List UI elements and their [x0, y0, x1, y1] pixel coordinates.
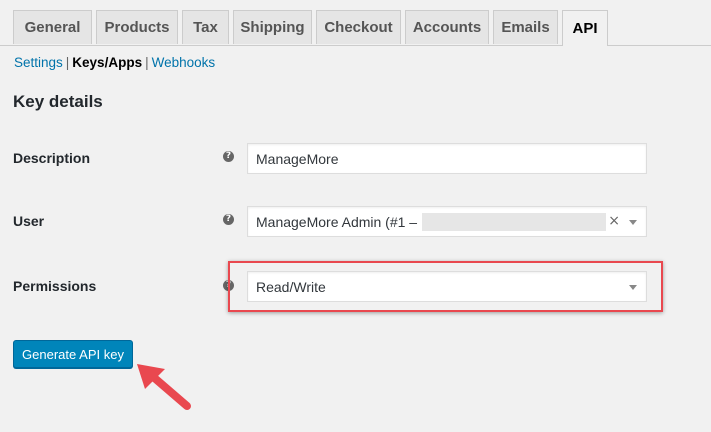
- tab-shipping[interactable]: Shipping: [233, 10, 312, 44]
- user-select-value: ManageMore Admin (#1 –: [256, 214, 418, 230]
- permissions-label: Permissions: [13, 278, 97, 294]
- subnav-separator: |: [145, 55, 149, 70]
- subnav-keys-apps[interactable]: Keys/Apps: [72, 55, 142, 70]
- permissions-select-value: Read/Write: [256, 279, 326, 295]
- description-input[interactable]: [247, 143, 647, 174]
- subnav-settings-link[interactable]: Settings: [14, 55, 63, 70]
- generate-api-key-button[interactable]: Generate API key: [13, 340, 133, 368]
- sub-navigation: Settings | Keys/Apps | Webhooks: [14, 55, 215, 70]
- subnav-webhooks-link[interactable]: Webhooks: [152, 55, 216, 70]
- chevron-down-icon[interactable]: [629, 285, 637, 290]
- section-title: Key details: [13, 92, 103, 111]
- settings-tab-bar: General Products Tax Shipping Checkout A…: [0, 0, 711, 46]
- tab-products[interactable]: Products: [96, 10, 178, 44]
- description-label: Description: [13, 150, 91, 166]
- tab-emails[interactable]: Emails: [493, 10, 558, 44]
- user-label: User: [13, 213, 45, 229]
- permissions-select[interactable]: Read/Write: [247, 271, 647, 302]
- annotation-arrow-icon: [137, 364, 191, 410]
- user-select[interactable]: ManageMore Admin (#1 – ×: [247, 206, 647, 237]
- tab-checkout[interactable]: Checkout: [316, 10, 401, 44]
- clear-icon[interactable]: ×: [608, 213, 620, 229]
- redacted-area: [422, 213, 606, 231]
- subnav-separator: |: [65, 55, 70, 70]
- question-icon[interactable]: ?: [223, 151, 234, 162]
- tab-api[interactable]: API: [562, 10, 608, 46]
- question-icon[interactable]: ?: [223, 214, 234, 225]
- chevron-down-icon[interactable]: [629, 220, 637, 225]
- tab-tax[interactable]: Tax: [182, 10, 229, 44]
- tab-accounts[interactable]: Accounts: [405, 10, 489, 44]
- tab-general[interactable]: General: [13, 10, 92, 44]
- question-icon[interactable]: ?: [223, 280, 234, 291]
